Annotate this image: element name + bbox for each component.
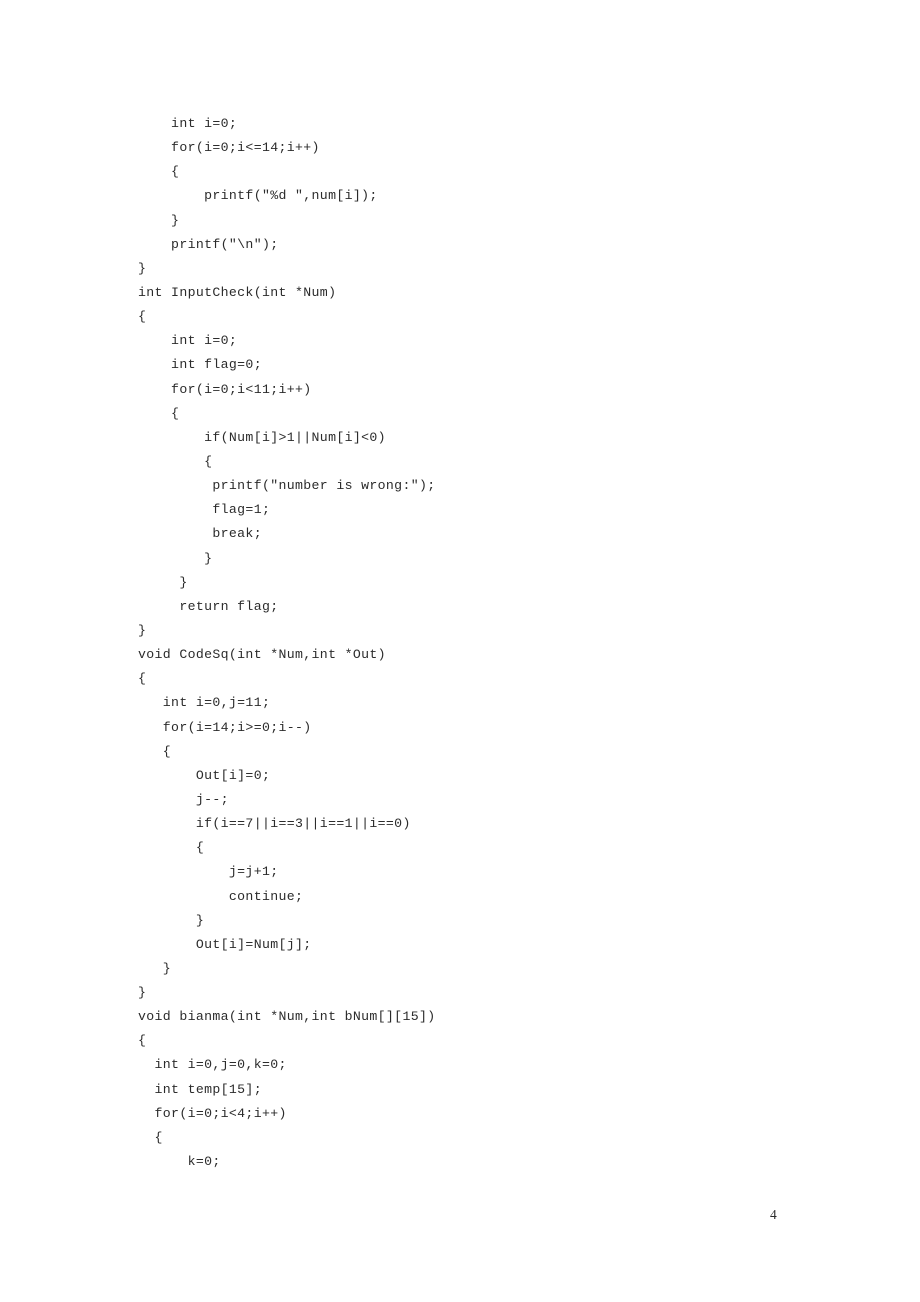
code-line: printf("\n"); xyxy=(138,236,279,252)
code-line: void bianma(int *Num,int bNum[][15]) xyxy=(138,1009,436,1025)
code-line: for(i=0;i<4;i++) xyxy=(138,1105,287,1121)
code-line: int i=0,j=11; xyxy=(138,695,271,711)
code-line: int i=0; xyxy=(138,116,238,131)
code-line: } xyxy=(138,574,188,590)
code-line: j--; xyxy=(138,791,229,807)
code-line: } xyxy=(138,550,213,566)
code-line: Out[i]=Num[j]; xyxy=(138,936,312,952)
code-line: printf("%d ",num[i]); xyxy=(138,188,378,204)
code-line: } xyxy=(138,960,172,976)
code-line: int i=0,j=0,k=0; xyxy=(138,1057,287,1073)
code-line: int temp[15]; xyxy=(138,1081,262,1097)
code-line: if(Num[i]>1||Num[i]<0) xyxy=(138,429,386,445)
page-number: 4 xyxy=(770,1207,777,1222)
code-line: int flag=0; xyxy=(138,357,262,373)
code-line: } xyxy=(138,212,180,228)
code-line: } xyxy=(138,260,147,276)
code-line: } xyxy=(138,622,147,638)
code-line: for(i=0;i<=14;i++) xyxy=(138,140,320,156)
code-line: } xyxy=(138,985,147,1001)
code-line: { xyxy=(138,743,172,759)
code-line: Out[i]=0; xyxy=(138,767,271,783)
code-line: continue; xyxy=(138,888,304,904)
code-line: { xyxy=(138,1033,147,1049)
code-line: printf("number is wrong:"); xyxy=(138,478,436,494)
code-line: break; xyxy=(138,526,262,542)
code-line: { xyxy=(138,453,213,469)
code-line: k=0; xyxy=(138,1154,221,1170)
code-line: { xyxy=(138,164,180,180)
code-line: { xyxy=(138,405,180,421)
code-line: j=j+1; xyxy=(138,864,279,880)
code-line: int InputCheck(int *Num) xyxy=(138,284,337,300)
code-line: void CodeSq(int *Num,int *Out) xyxy=(138,647,386,663)
code-line: flag=1; xyxy=(138,502,271,518)
code-line: int i=0; xyxy=(138,333,238,349)
code-line: { xyxy=(138,840,205,856)
code-line: if(i==7||i==3||i==1||i==0) xyxy=(138,816,411,832)
code-line: for(i=14;i>=0;i--) xyxy=(138,719,312,735)
code-line: } xyxy=(138,912,205,928)
document-page: int i=0; for(i=0;i<=14;i++) { printf("%d… xyxy=(0,0,920,1302)
code-line: { xyxy=(138,671,147,687)
code-line: { xyxy=(138,1129,163,1145)
code-line: for(i=0;i<11;i++) xyxy=(138,381,312,397)
code-line: return flag; xyxy=(138,598,279,614)
code-line: { xyxy=(138,309,147,325)
code-listing: int i=0; for(i=0;i<=14;i++) { printf("%d… xyxy=(138,112,878,1174)
